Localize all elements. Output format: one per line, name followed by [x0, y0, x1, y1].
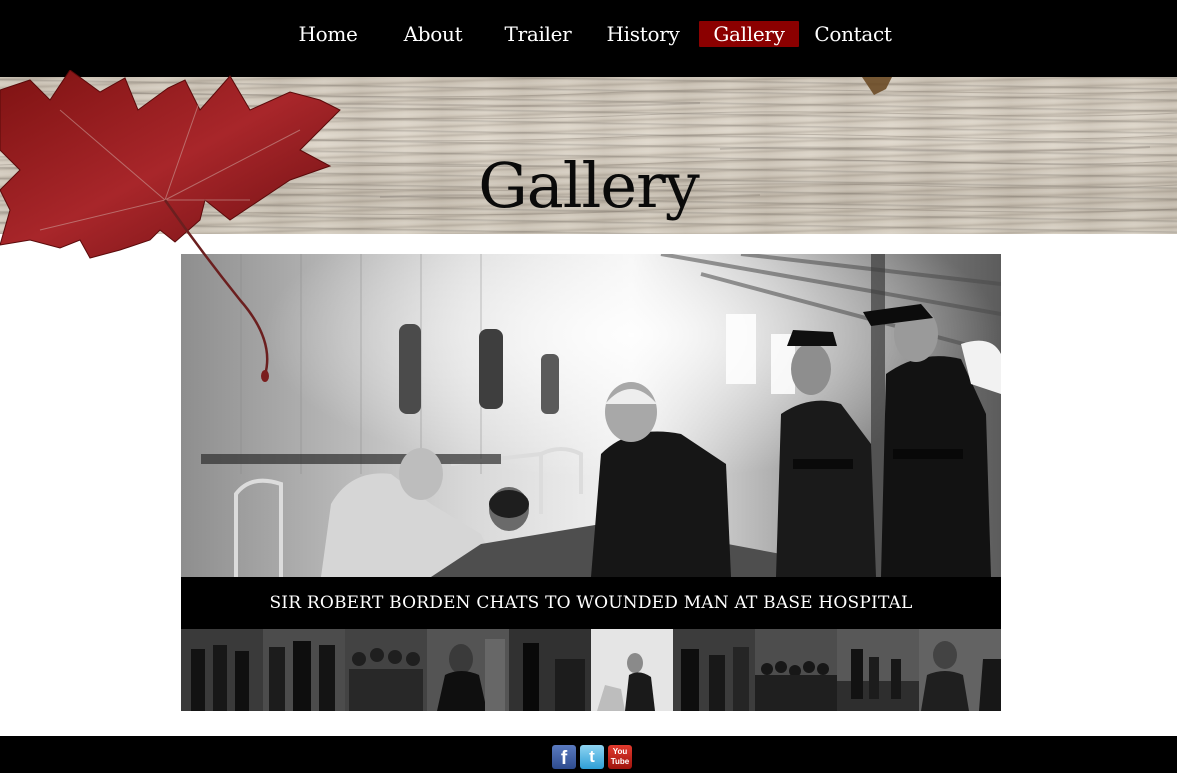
gallery-thumbnail-active[interactable]: [591, 629, 673, 711]
youtube-icon[interactable]: You Tube: [608, 745, 632, 769]
top-navigation: Home About Trailer History Gallery Conta…: [0, 0, 1177, 77]
footer: f t You Tube: [0, 736, 1177, 773]
nav-home[interactable]: Home: [288, 21, 368, 47]
gallery-thumbnail[interactable]: [345, 629, 427, 711]
image-caption: SIR ROBERT BORDEN CHATS TO WOUNDED MAN A…: [269, 593, 913, 613]
gallery-thumbnail[interactable]: [837, 629, 919, 711]
facebook-icon[interactable]: f: [552, 745, 576, 769]
twitter-icon[interactable]: t: [580, 745, 604, 769]
gallery-main-image[interactable]: [181, 254, 1001, 577]
nav-history[interactable]: History: [603, 21, 683, 47]
nav-contact[interactable]: Contact: [813, 21, 893, 47]
nav-gallery[interactable]: Gallery: [699, 21, 799, 47]
gallery-thumbnail[interactable]: [181, 629, 263, 711]
hospital-photo: [181, 254, 1001, 577]
caption-bar: SIR ROBERT BORDEN CHATS TO WOUNDED MAN A…: [181, 577, 1001, 629]
gallery-thumbnail[interactable]: [673, 629, 755, 711]
nav-about[interactable]: About: [393, 21, 473, 47]
gallery-thumbnail[interactable]: [509, 629, 591, 711]
nav-trailer[interactable]: Trailer: [498, 21, 578, 47]
page-title: Gallery: [478, 149, 700, 222]
gallery-thumbnail[interactable]: [427, 629, 509, 711]
gallery-thumbnail[interactable]: [755, 629, 837, 711]
gallery-thumbnail[interactable]: [919, 629, 1001, 711]
gallery-thumbnail[interactable]: [263, 629, 345, 711]
header-banner: Gallery: [0, 77, 1177, 234]
thumbnail-strip: [181, 629, 1001, 711]
